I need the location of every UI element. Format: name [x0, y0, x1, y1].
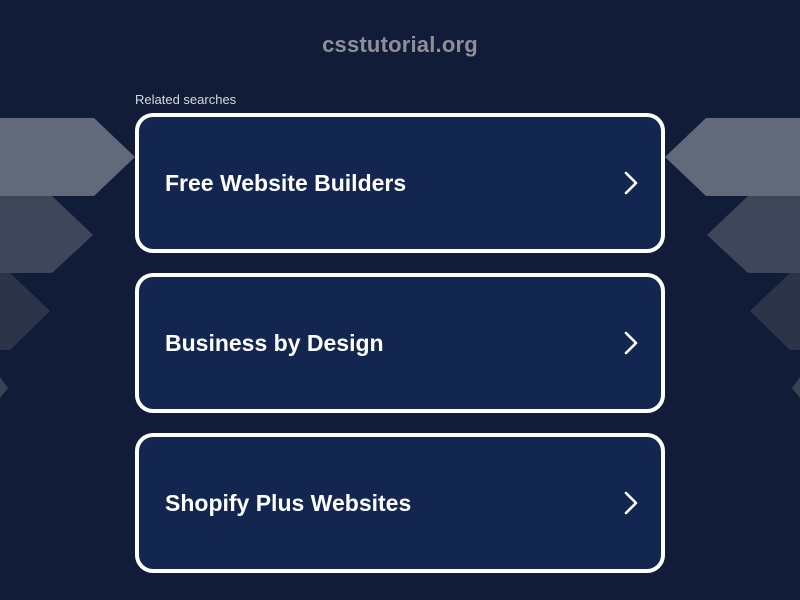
chevron-right-icon — [624, 171, 638, 195]
related-search-label: Shopify Plus Websites — [165, 489, 412, 516]
decor-right-chevron-4 — [792, 377, 800, 398]
decor-right-chevron-3 — [750, 273, 800, 350]
related-searches-label: Related searches — [135, 92, 237, 107]
decor-left-chevron-4 — [0, 377, 8, 398]
related-search-label: Business by Design — [165, 329, 384, 356]
related-search-card-business-by-design[interactable]: Business by Design — [135, 273, 665, 413]
decor-right-chevron-2 — [707, 196, 800, 273]
decor-left-chevron-2 — [0, 196, 93, 273]
site-title: csstutorial.org — [322, 32, 478, 57]
decor-left-chevron-1 — [0, 118, 135, 196]
decor-left-chevron-3 — [0, 273, 50, 350]
chevron-right-icon — [624, 331, 638, 355]
related-search-card-free-website-builders[interactable]: Free Website Builders — [135, 113, 665, 253]
parked-domain-page: csstutorial.org Related searches Free We… — [0, 0, 800, 600]
decor-right-chevron-1 — [665, 118, 800, 196]
chevron-right-icon — [624, 491, 638, 515]
related-search-label: Free Website Builders — [165, 169, 407, 196]
related-searches-list: Free Website Builders Business by Design… — [135, 113, 665, 593]
related-search-card-shopify-plus-websites[interactable]: Shopify Plus Websites — [135, 433, 665, 573]
